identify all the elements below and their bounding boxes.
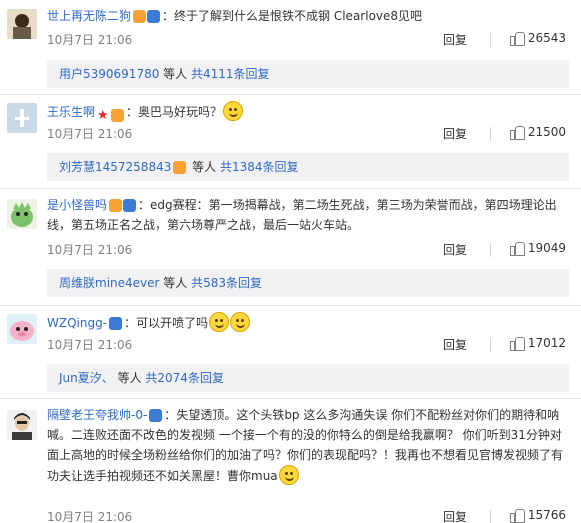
sub-reply-etc: 等人 [188, 160, 220, 174]
comment-text: 可以开喷了吗 [136, 316, 209, 330]
comment-author[interactable]: 是小怪兽吗 [47, 198, 107, 212]
like-button[interactable]: 15766 [509, 508, 566, 523]
sub-reply-user[interactable]: Jun夏汐、 [59, 371, 114, 385]
sub-reply-etc: 等人 [113, 371, 146, 385]
like-count: 21500 [527, 125, 566, 139]
comment-time: 10月7日 21:06 [47, 127, 133, 141]
avatar[interactable] [7, 199, 37, 229]
comment-meta: 10月7日 21:06 回复 21500 [47, 125, 569, 143]
sub-replies[interactable]: Jun夏汐、 等人 共2074条回复 [47, 364, 569, 392]
thumbs-up-icon [509, 336, 525, 351]
vip-badge-icon [133, 10, 147, 23]
sub-reply-count-link[interactable]: 共1384条回复 [220, 160, 299, 174]
meta-divider [490, 127, 491, 141]
reply-button[interactable]: 回复 [443, 508, 467, 523]
sub-reply-count-link[interactable]: 共2074条回复 [145, 371, 224, 385]
like-count: 19049 [527, 241, 566, 255]
sub-replies[interactable]: 刘芳慧1457258843 等人 共1384条回复 [47, 153, 569, 181]
meta-divider [490, 243, 491, 257]
comment-body: 是小怪兽吗 ：edg赛程：第一场揭幕战，第二场生死战，第三场为荣誉而战，第四场理论… [47, 195, 569, 235]
reply-button[interactable]: 回复 [443, 125, 467, 142]
comment-author[interactable]: 隔壁老王夸我帅-0- [47, 408, 147, 422]
like-count: 17012 [527, 336, 566, 350]
comment-time: 10月7日 21:06 [47, 510, 133, 523]
smile-emoji-icon [223, 101, 244, 121]
reply-button[interactable]: 回复 [443, 336, 467, 353]
member-badge-icon [123, 199, 137, 212]
sub-reply-count-link[interactable]: 共4111条回复 [191, 67, 270, 81]
like-button[interactable]: 26543 [509, 31, 566, 46]
comment-meta: 10月7日 21:06 回复 19049 [47, 241, 569, 259]
sub-replies[interactable]: 周维朕mine4ever 等人 共583条回复 [47, 269, 569, 297]
divider [0, 305, 581, 306]
thumbs-up-icon [509, 31, 525, 46]
comment-body: 世上再无陈二狗 ：终于了解到什么是恨铁不成钢 Clearlove8见吧 [47, 6, 569, 26]
member-badge-icon [147, 10, 161, 23]
divider [0, 188, 581, 189]
avatar[interactable] [7, 314, 37, 344]
meta-divider [490, 33, 491, 47]
like-button[interactable]: 19049 [509, 241, 566, 256]
vip-badge-icon [109, 199, 123, 212]
smile-emoji-icon [230, 312, 251, 332]
reply-button[interactable]: 回复 [443, 241, 467, 258]
member-badge-icon [149, 409, 163, 422]
sub-reply-user[interactable]: 周维朕mine4ever [59, 276, 159, 290]
colon: ： [164, 408, 177, 422]
meta-divider [490, 338, 491, 352]
sub-reply-user[interactable]: 刘芳慧1457258843 [59, 160, 171, 174]
like-button[interactable]: 17012 [509, 336, 566, 351]
colon: ： [126, 105, 139, 119]
star-icon: ★ [97, 108, 109, 123]
comment-meta: 10月7日 21:06 回复 26543 [47, 31, 569, 49]
avatar[interactable] [7, 9, 37, 39]
comment-time: 10月7日 21:06 [47, 33, 133, 47]
sub-replies[interactable]: 用户5390691780 等人 共4111条回复 [47, 60, 569, 88]
like-button[interactable]: 21500 [509, 125, 566, 140]
like-count: 26543 [527, 31, 566, 45]
comment-author[interactable]: 王乐生啊 [47, 105, 95, 119]
avatar[interactable] [7, 410, 37, 440]
sub-reply-user[interactable]: 用户5390691780 [59, 67, 159, 81]
sub-reply-etc: 等人 [159, 276, 192, 290]
comment-time: 10月7日 21:06 [47, 338, 133, 352]
comment-meta: 10月7日 21:06 回复 15766 [47, 508, 569, 523]
colon: ： [124, 316, 137, 330]
smile-emoji-icon [209, 312, 230, 332]
member-badge-icon [109, 317, 123, 330]
thumbs-up-icon [509, 241, 525, 256]
sub-reply-count-link[interactable]: 共583条回复 [191, 276, 262, 290]
comment-body: WZQingg- ：可以开喷了吗 [47, 312, 569, 333]
comment-text: 终于了解到什么是恨铁不成钢 Clearlove8见吧 [174, 9, 423, 23]
comment-time: 10月7日 21:06 [47, 243, 133, 257]
colon: ： [162, 9, 175, 23]
meta-divider [490, 510, 491, 523]
avatar[interactable] [7, 103, 37, 133]
thumbs-up-icon [509, 508, 525, 523]
comment-author[interactable]: WZQingg- [47, 316, 107, 330]
comment-meta: 10月7日 21:06 回复 17012 [47, 336, 569, 354]
crying-emoji-icon [278, 465, 299, 485]
comment-author[interactable]: 世上再无陈二狗 [47, 9, 131, 23]
vip-badge-icon [111, 109, 125, 122]
like-count: 15766 [527, 508, 566, 522]
reply-button[interactable]: 回复 [443, 31, 467, 48]
sub-reply-etc: 等人 [159, 67, 191, 81]
divider [0, 94, 581, 95]
thumbs-up-icon [509, 125, 525, 140]
comment-body: 隔壁老王夸我帅-0- ：失望透顶。这个头铁bp 这么多沟通失误 你们不配粉丝对你们… [47, 405, 569, 486]
comment-text: 奥巴马好玩吗？ [138, 105, 223, 119]
divider [0, 398, 581, 399]
comment-body: 王乐生啊 ★ ：奥巴马好玩吗？ [47, 101, 569, 122]
colon: ： [138, 198, 151, 212]
vip-badge-icon [173, 161, 187, 174]
